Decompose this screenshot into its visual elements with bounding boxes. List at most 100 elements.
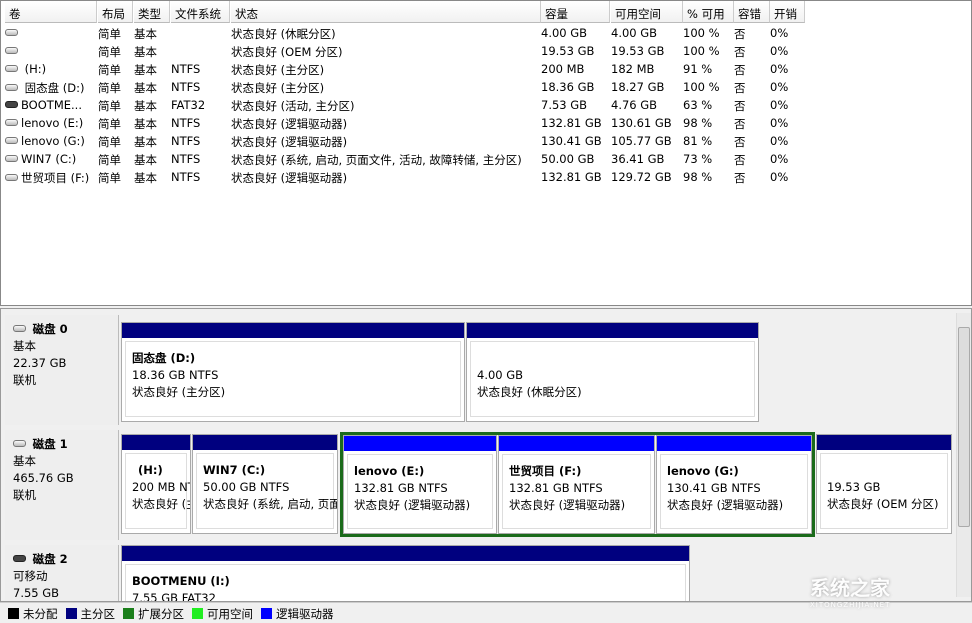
col-free-text: 4.00 GB [611,26,657,40]
col-type-text: 基本 [134,117,157,131]
table-row[interactable]: 简单基本状态良好 (休眠分区)4.00 GB4.00 GB100 %否0% [1,24,971,42]
col-free: 129.72 GB [611,170,683,184]
partition-title: (H:) [132,463,163,477]
scrollbar-thumb[interactable] [958,327,970,527]
disk-size: 22.37 GB [13,355,118,372]
partition-hibernation[interactable]: 4.00 GB状态良好 (休眠分区) [466,322,759,422]
col-free-header[interactable]: 可用空间 [611,1,683,23]
partition-size: 4.00 GB [477,367,748,384]
col-capacity-text: 50.00 GB [541,152,594,166]
col-percent-free: 91 % [683,62,734,76]
col-fault-tolerance-header[interactable]: 容错 [734,1,770,23]
partition-oem[interactable]: 19.53 GB状态良好 (OEM 分区) [816,434,952,534]
table-row[interactable]: 固态盘 (D:)简单基本NTFS状态良好 (主分区)18.36 GB18.27 … [1,78,971,96]
disk-graphical-view: 磁盘 0 基本 22.37 GB 联机 磁盘 1 基本 465.76 GB 联机… [0,308,972,602]
col-type: 基本 [134,134,170,150]
col-type: 基本 [134,26,170,42]
partition-i[interactable]: BOOTMENU (I:)7.55 GB FAT32 [121,545,690,602]
col-layout-text: 简单 [98,99,121,113]
partition-size: 50.00 GB NTFS [203,479,327,496]
col-status-text: 状态良好 (OEM 分区) [231,45,343,59]
col-capacity: 18.36 GB [541,80,610,94]
col-fault-tolerance-text: 否 [734,171,746,185]
col-status: 状态良好 (活动, 主分区) [231,98,541,114]
primary-partition-bar [122,323,464,338]
col-status-text: 状态良好 (主分区) [231,63,324,77]
table-row[interactable]: lenovo (G:)简单基本NTFS状态良好 (逻辑驱动器)130.41 GB… [1,132,971,150]
col-overhead: 0% [770,44,805,58]
col-layout-text: 简单 [98,135,121,149]
table-row[interactable]: 世贸项目 (F:)简单基本NTFS状态良好 (逻辑驱动器)132.81 GB12… [1,168,971,186]
col-free-text: 182 MB [611,62,654,76]
col-status-header[interactable]: 状态 [231,1,541,23]
col-type: 基本 [134,62,170,78]
table-row[interactable]: WIN7 (C:)简单基本NTFS状态良好 (系统, 启动, 页面文件, 活动,… [1,150,971,168]
col-overhead-text: 0% [770,170,788,184]
table-row[interactable]: 简单基本状态良好 (OEM 分区)19.53 GB19.53 GB100 %否0… [1,42,971,60]
table-row[interactable]: BOOTME...简单基本FAT32状态良好 (活动, 主分区)7.53 GB4… [1,96,971,114]
volume-list[interactable]: 卷布局类型文件系统状态容量可用空间% 可用容错开销 简单基本状态良好 (休眠分区… [0,0,972,306]
col-status-text: 状态良好 (逻辑驱动器) [231,171,347,185]
col-filesystem-header[interactable]: 文件系统 [171,1,230,23]
disk-size: 7.55 GB [13,585,118,602]
col-capacity: 132.81 GB [541,116,610,130]
disk-name: 磁盘 1 [33,437,68,451]
vertical-scrollbar[interactable] [956,313,971,597]
col-filesystem-text: NTFS [171,80,200,94]
col-fault-tolerance: 否 [734,116,770,132]
col-overhead-header[interactable]: 开销 [770,1,805,23]
col-layout-text: 简单 [98,81,121,95]
col-capacity: 200 MB [541,62,610,76]
col-percent-free-header[interactable]: % 可用 [683,1,734,23]
col-free-text: 130.61 GB [611,116,672,130]
col-layout-text: 简单 [98,45,121,59]
partition-status: 状态良好 (OEM 分区) [827,496,941,513]
partition-d[interactable]: 固态盘 (D:)18.36 GB NTFS状态良好 (主分区) [121,322,465,422]
col-overhead-text: 0% [770,116,788,130]
col-layout-text: 简单 [98,63,121,77]
col-status: 状态良好 (逻辑驱动器) [231,170,541,186]
table-row[interactable]: lenovo (E:)简单基本NTFS状态良好 (逻辑驱动器)132.81 GB… [1,114,971,132]
col-type-header[interactable]: 类型 [134,1,170,23]
partition-c[interactable]: WIN7 (C:)50.00 GB NTFS状态良好 (系统, 启动, 页面文件… [192,434,338,534]
col-overhead-text: 0% [770,152,788,166]
col-volume-text: (H:) [21,62,46,76]
disk-2-label[interactable]: 磁盘 2 可移动 7.55 GB [5,545,119,602]
legend-swatch [123,608,134,619]
primary-partition-bar [122,546,689,561]
col-type-text: 基本 [134,81,157,95]
col-fault-tolerance: 否 [734,98,770,114]
disk-icon [5,174,18,181]
col-status-text: 状态良好 (主分区) [231,81,324,95]
col-status: 状态良好 (主分区) [231,62,541,78]
watermark-logo: 系统之家XITONGZHIJIA.NET [810,572,890,609]
partition-status: 状态良好 (主分区) [132,496,180,513]
col-type: 基本 [134,170,170,186]
col-layout-header[interactable]: 布局 [98,1,133,23]
col-layout: 简单 [98,116,133,132]
col-percent-free: 98 % [683,116,734,130]
col-layout-text: 简单 [98,153,121,167]
col-percent-free-text: 98 % [683,116,712,130]
partition-g[interactable]: lenovo (G:)130.41 GB NTFS状态良好 (逻辑驱动器) [656,435,812,534]
partition-h[interactable]: (H:)200 MB NTFS状态良好 (主分区) [121,434,191,534]
col-fault-tolerance-text: 否 [734,63,746,77]
partition-f[interactable]: 世贸项目 (F:)132.81 GB NTFS状态良好 (逻辑驱动器) [498,435,655,534]
col-volume-header[interactable]: 卷 [5,1,97,23]
col-status: 状态良好 (主分区) [231,80,541,96]
col-fault-tolerance: 否 [734,152,770,168]
disk-0-label[interactable]: 磁盘 0 基本 22.37 GB 联机 [5,315,119,425]
col-layout-text: 简单 [98,171,121,185]
col-capacity-header[interactable]: 容量 [541,1,610,23]
col-fault-tolerance-text: 否 [734,117,746,131]
col-layout: 简单 [98,44,133,60]
table-row[interactable]: (H:)简单基本NTFS状态良好 (主分区)200 MB182 MB91 %否0… [1,60,971,78]
disk-1-label[interactable]: 磁盘 1 基本 465.76 GB 联机 [5,430,119,540]
col-volume: 世贸项目 (F:) [5,170,97,186]
col-volume-text: lenovo (G:) [21,134,85,148]
col-percent-free-text: 100 % [683,80,720,94]
primary-partition-bar [817,435,951,450]
partition-e[interactable]: lenovo (E:)132.81 GB NTFS状态良好 (逻辑驱动器) [343,435,497,534]
col-free: 4.00 GB [611,26,683,40]
col-fault-tolerance-text: 否 [734,81,746,95]
